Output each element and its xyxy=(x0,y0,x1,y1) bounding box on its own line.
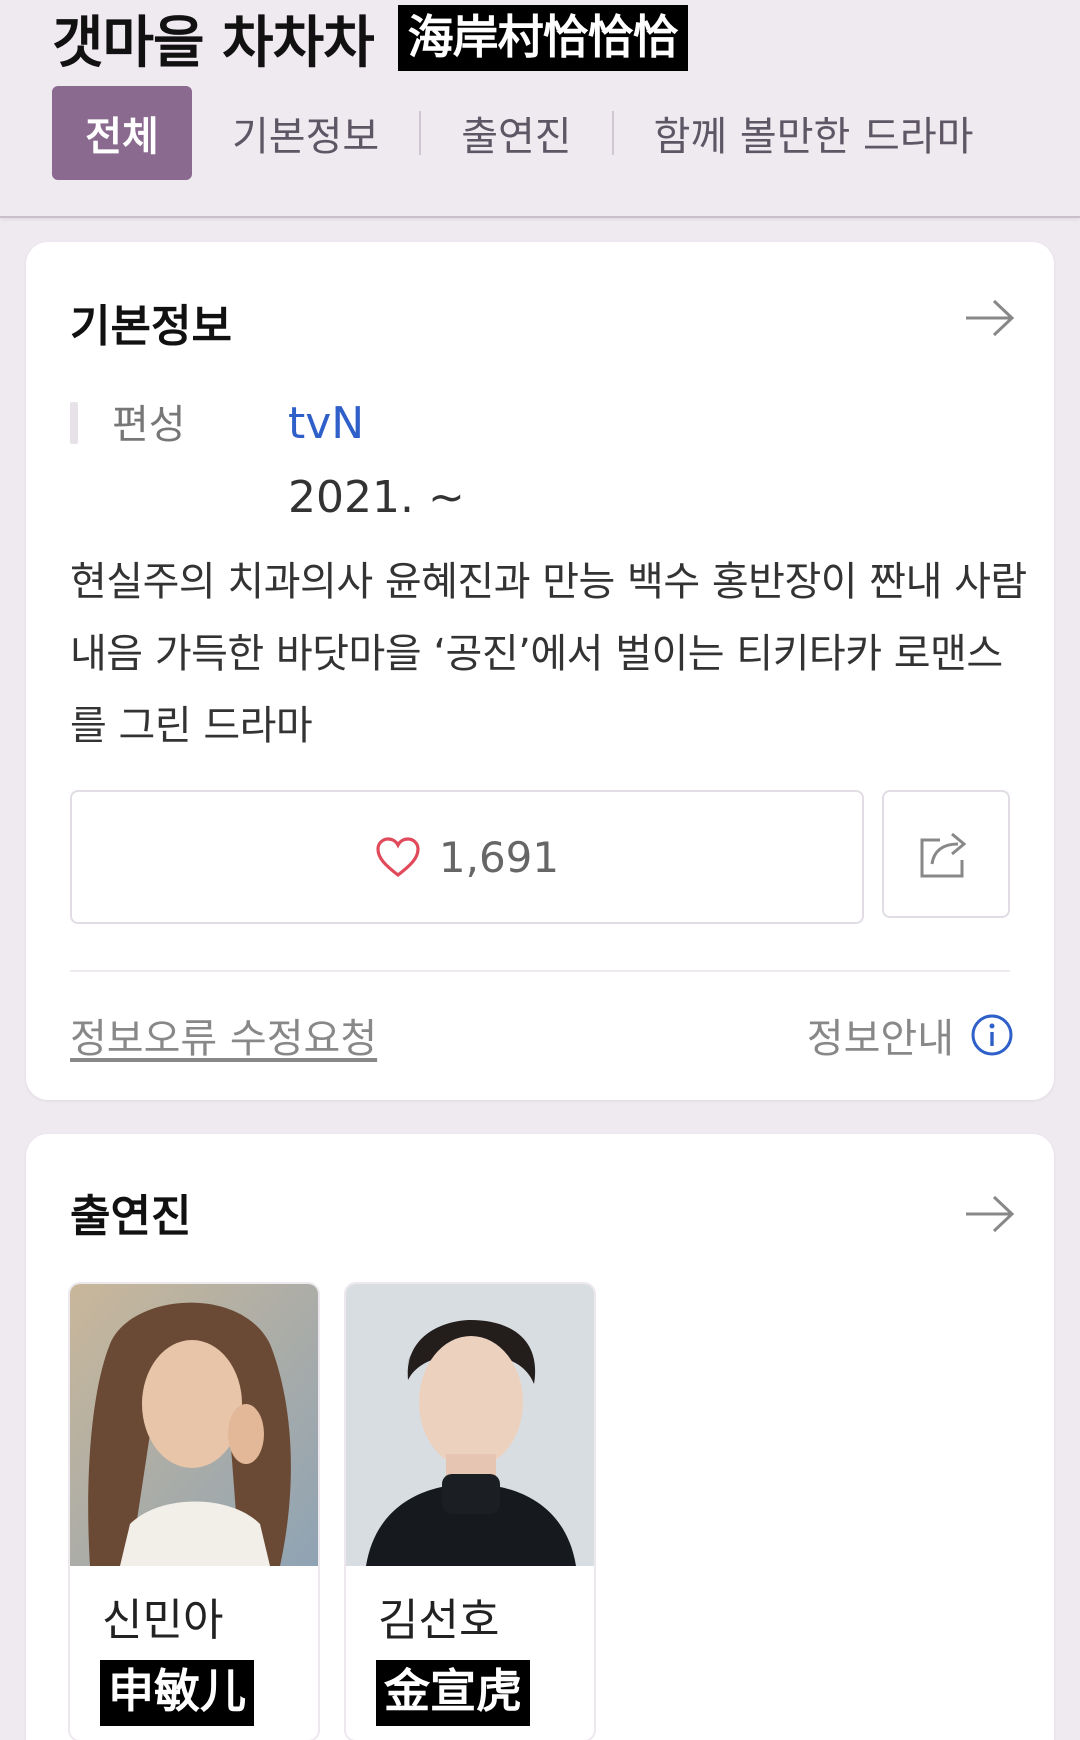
top-header: 갯마을 차차차 海岸村恰恰恰 전체 기본정보 출연진 함께 볼만한 드라마 xyxy=(0,0,1080,218)
cast-photo xyxy=(70,1284,318,1566)
cast-photo xyxy=(346,1284,594,1566)
cast-title[interactable]: 출연진 xyxy=(70,1180,191,1244)
error-report-link[interactable]: 정보오류 수정요청 xyxy=(70,1006,377,1064)
page-title: 갯마을 차차차 xyxy=(52,10,375,76)
title-row: 갯마을 차차차 海岸村恰恰恰 xyxy=(52,5,688,76)
tab-basic-info[interactable]: 기본정보 xyxy=(232,104,379,162)
basic-info-title[interactable]: 기본정보 xyxy=(70,290,232,354)
tab-similar-dramas[interactable]: 함께 볼만한 드라마 xyxy=(654,104,974,162)
share-icon xyxy=(920,832,967,878)
basic-info-card: 기본정보 편성 tvN 2021. ~ 현실주의 치과의사 윤혜진과 만능 백수… xyxy=(26,242,1054,1100)
row-marker xyxy=(70,402,78,444)
info-guide[interactable]: 정보안내 xyxy=(807,1006,1014,1064)
cast-name: 김선호 xyxy=(378,1595,500,1646)
broadcast-date: 2021. ~ xyxy=(288,472,465,523)
like-count: 1,691 xyxy=(438,832,560,882)
tab-all[interactable]: 전체 xyxy=(52,86,192,180)
tab-divider xyxy=(419,111,422,155)
tab-divider xyxy=(611,111,614,155)
cast-name: 신민아 xyxy=(102,1595,224,1646)
cast-hanja-overlay: 金宣虎 xyxy=(376,1660,530,1726)
tab-bar: 전체 기본정보 출연진 함께 볼만한 드라마 xyxy=(52,86,973,180)
cast-list: 신민아 申敏儿 김선호 金宣虎 xyxy=(68,1282,596,1740)
cast-hanja-overlay: 申敏儿 xyxy=(100,1660,254,1726)
arrow-right-icon[interactable] xyxy=(964,1194,1016,1234)
heart-outline-icon xyxy=(376,837,420,878)
cast-card: 출연진 신민아 申敏儿 김선호 金宣虎 xyxy=(26,1134,1054,1740)
title-hanja-overlay: 海岸村恰恰恰 xyxy=(397,5,688,71)
network-label: 편성 xyxy=(112,402,186,448)
arrow-right-icon[interactable] xyxy=(964,298,1016,338)
info-icon xyxy=(971,1014,1013,1056)
card-divider xyxy=(70,970,1010,972)
cast-member-card[interactable]: 김선호 金宣虎 xyxy=(344,1282,596,1740)
tab-cast[interactable]: 출연진 xyxy=(461,104,571,162)
info-guide-label: 정보안내 xyxy=(806,1016,954,1062)
drama-summary: 현실주의 치과의사 윤혜진과 만능 백수 홍반장이 짠내 사람내음 가득한 바닷… xyxy=(70,559,1027,749)
like-button[interactable]: 1,691 xyxy=(70,790,864,924)
network-link[interactable]: tvN xyxy=(288,398,364,449)
cast-member-card[interactable]: 신민아 申敏儿 xyxy=(68,1282,320,1740)
share-button[interactable] xyxy=(882,790,1010,918)
